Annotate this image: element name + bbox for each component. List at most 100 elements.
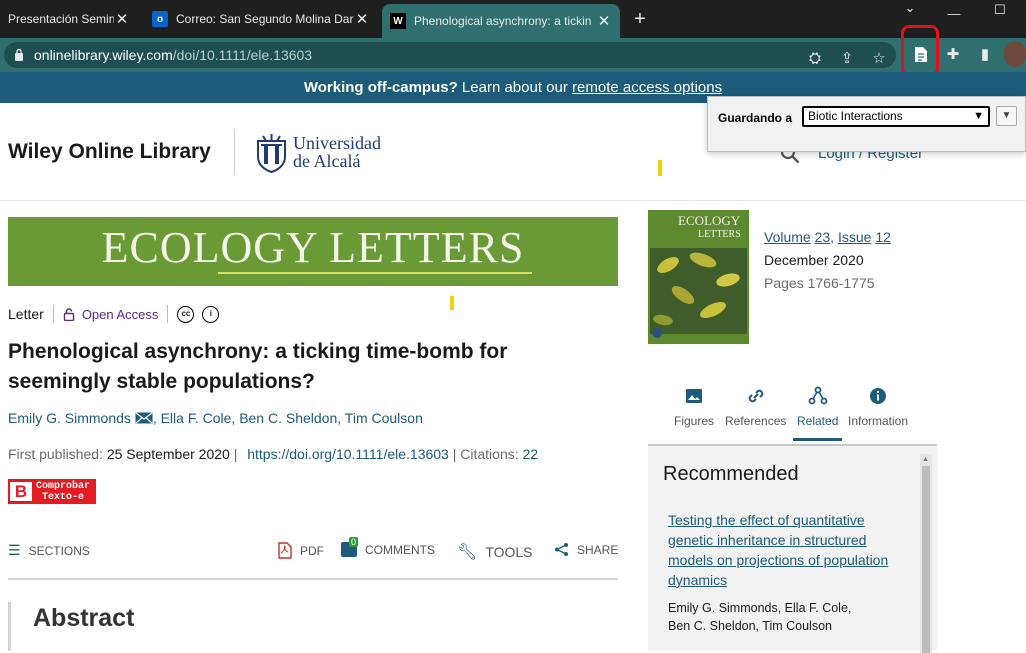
cc-by-icon[interactable]: i (202, 305, 220, 323)
comprobar-text: Comprobar Texto-e (36, 481, 91, 503)
collection-select[interactable]: Biotic Interactions ▼ (802, 106, 990, 127)
side-panel-icon[interactable]: ▮ (976, 46, 994, 64)
extensions-puzzle-icon[interactable]: ✚ (944, 46, 962, 64)
omnibox[interactable]: onlinelibrary.wiley.com/doi/10.1111/ele.… (4, 42, 896, 68)
tab-correo[interactable]: o Correo: San Segundo Molina Dar ✕ (144, 0, 378, 38)
tab-title: Correo: San Segundo Molina Dar (176, 12, 354, 26)
yellow-marker (450, 296, 454, 310)
tab-title: Phenological asynchrony: a tickin (414, 14, 592, 28)
first-published-date: 25 September 2020 (106, 446, 230, 462)
tab-information[interactable]: Information (848, 386, 908, 428)
wiley-icon: W (390, 13, 406, 29)
share-label: SHARE (577, 542, 619, 557)
recommended-article-link[interactable]: Testing the effect of quantitative genet… (668, 510, 898, 590)
volume-number-link[interactable]: 23 (815, 229, 831, 245)
issue-info: Volume 23, Issue 12 December 2020 Pages … (764, 226, 891, 295)
tab-label: References (725, 414, 787, 428)
open-access-label: Open Access (81, 306, 159, 322)
lock-icon (15, 48, 23, 61)
close-icon[interactable]: ✕ (354, 10, 370, 28)
cc-license-icon[interactable]: cc (177, 305, 195, 323)
tab-presentacion[interactable]: Presentación Seminar ✕ (0, 0, 138, 38)
sections-button[interactable]: ☰ SECTIONS (8, 542, 90, 559)
minimize-icon[interactable]: — (934, 6, 974, 36)
issue-link[interactable]: Issue (838, 229, 871, 245)
author-link[interactable]: Tim Coulson (345, 410, 423, 426)
journal-cover-image[interactable]: ECOLOGY LETTERS (648, 210, 749, 344)
author-list: Emily G. Simmonds , Ella F. Cole, Ben C.… (8, 410, 423, 426)
comments-count-badge: 0 (349, 537, 359, 547)
share-icon (555, 543, 568, 556)
abstract-section: Abstract (8, 602, 618, 651)
citations-count[interactable]: 22 (523, 446, 539, 462)
comment-icon: 0 (341, 537, 359, 557)
comprobar-logo-icon: B (10, 482, 32, 501)
collection-selected: Biotic Interactions (808, 109, 903, 123)
journal-banner[interactable]: ECOLOGY LETTERS (8, 217, 618, 286)
comments-label: COMMENTS (365, 542, 435, 557)
translate-icon[interactable]: ⛭ (806, 50, 824, 68)
tools-label: TOOLS (485, 544, 533, 560)
article-toolbar: ☰ SECTIONS PDF 0 COMMENTS 🔧︎ TOOLS SHARE (8, 536, 618, 580)
citations-label: Citations: (460, 446, 519, 462)
pdf-button[interactable]: PDF (278, 542, 324, 559)
institution-line2: de Alcalá (293, 151, 361, 171)
share-button[interactable]: SHARE (554, 542, 618, 557)
new-tab-icon[interactable]: + (630, 8, 650, 31)
close-icon[interactable]: ✕ (114, 10, 130, 28)
comprobar-texto-badge[interactable]: B Comprobar Texto-e (8, 479, 96, 504)
first-published-label: First published: (8, 446, 103, 462)
pdf-label: PDF (300, 543, 324, 558)
tab-related[interactable]: Related (792, 386, 843, 441)
outlook-icon: o (152, 11, 168, 27)
share-page-icon[interactable]: ⇪ (838, 50, 856, 68)
expand-options-button[interactable]: ▼ (996, 106, 1017, 126)
remote-access-link[interactable]: remote access options (572, 79, 722, 96)
related-nodes-icon (808, 386, 828, 405)
abstract-heading: Abstract (33, 604, 135, 632)
profile-avatar[interactable] (1004, 41, 1026, 67)
issue-number-link[interactable]: 12 (875, 229, 891, 245)
scrollbar[interactable]: ▲ (920, 454, 932, 653)
author-link[interactable]: Ben C. Sheldon (239, 410, 337, 426)
pdf-icon (278, 542, 292, 559)
tab-figures[interactable]: Figures (674, 386, 714, 428)
university-crest-icon (257, 134, 286, 173)
cover-title-1: ECOLOGY (678, 213, 741, 228)
url-domain: onlinelibrary.wiley.com (34, 47, 173, 63)
author-link[interactable]: Ella F. Cole (161, 410, 232, 426)
maximize-icon[interactable]: ☐ (980, 2, 1020, 32)
image-icon (686, 389, 702, 403)
tab-label: Figures (674, 414, 715, 428)
banner-bold: Working off-campus? (303, 79, 458, 96)
email-icon[interactable] (135, 412, 153, 424)
institution-line1: Universidad (293, 133, 381, 153)
recommended-authors: Emily G. Simmonds, Ella F. Cole, Ben C. … (668, 601, 852, 633)
address-bar: onlinelibrary.wiley.com/doi/10.1111/ele.… (0, 38, 1026, 72)
tools-button[interactable]: 🔧︎ TOOLS (457, 542, 533, 562)
scrollbar-thumb[interactable] (922, 466, 930, 653)
tab-references[interactable]: References (725, 386, 786, 428)
bookmark-star-icon[interactable]: ☆ (870, 50, 888, 68)
link-icon (748, 389, 763, 403)
institution-name[interactable]: Universidad de Alcalá (293, 134, 381, 170)
comments-button[interactable]: 0 COMMENTS (341, 537, 435, 557)
header-divider (234, 129, 235, 175)
volume-link[interactable]: Volume (764, 229, 811, 245)
tab-label: Related (797, 414, 839, 428)
close-icon[interactable]: ✕ (596, 12, 612, 30)
tab-label: Information (848, 414, 909, 428)
highlight-annotation-box (901, 25, 939, 76)
tab-phenological[interactable]: W Phenological asynchrony: a tickin ✕ (382, 4, 620, 38)
url-path: /doi/10.1111/ele.13603 (172, 47, 313, 63)
scroll-up-icon[interactable]: ▲ (922, 456, 929, 463)
doi-link[interactable]: https://doi.org/10.1111/ele.13603 (247, 446, 449, 462)
url-text: onlinelibrary.wiley.com/doi/10.1111/ele.… (34, 47, 312, 63)
banner-underline (218, 272, 532, 274)
info-icon (870, 388, 887, 404)
open-access-lock-icon (63, 307, 75, 321)
author-link[interactable]: Emily G. Simmonds (8, 410, 131, 426)
divider (167, 305, 169, 323)
site-logo[interactable]: Wiley Online Library (8, 140, 211, 164)
issue-pages: Pages 1766-1775 (764, 275, 875, 291)
